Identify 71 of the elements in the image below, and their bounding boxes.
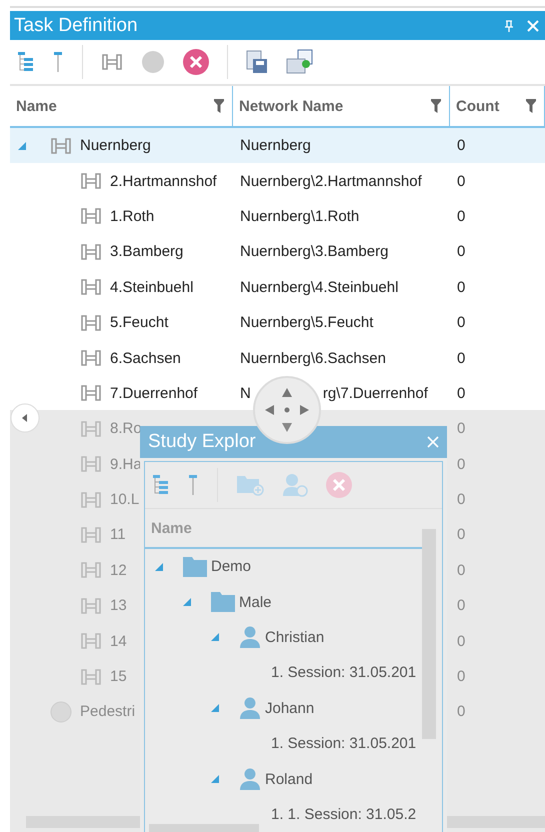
network-cell: Nuernberg\1.Roth	[240, 208, 360, 225]
name-cell: Nuernberg	[80, 137, 151, 154]
count-cell: 0	[457, 243, 466, 260]
column-header[interactable]: Network Name	[233, 86, 450, 126]
count-cell: 0	[457, 703, 466, 720]
name-cell: 12	[110, 562, 127, 579]
panel-title: Task Definition	[14, 14, 139, 36]
count-cell: 0	[457, 526, 466, 544]
name-cell: 15	[110, 668, 127, 686]
name-cell: 6.Sachsen	[110, 350, 181, 367]
name-cell: Pedestri	[80, 703, 136, 720]
network-cell: Nuernberg\4.Steinbuehl	[240, 278, 398, 296]
name-cell: 11	[110, 526, 126, 544]
name-cell: 14	[110, 632, 127, 650]
tree-row[interactable]: Demo	[145, 549, 422, 584]
tree-row[interactable]: 1.Roth Nuernberg\1.Roth 0	[10, 198, 545, 234]
count-cell: 0	[457, 278, 466, 296]
name-cell: 3.Bamberg	[110, 243, 184, 260]
tree-row[interactable]: 7.Duerrenhof N rg\7.Duerrenhof 0	[10, 376, 545, 412]
window-title: Study Explor	[148, 431, 257, 453]
tree-row[interactable]: Roland	[145, 761, 422, 797]
tree-row[interactable]: 1. Session: 31.05.201	[145, 655, 422, 691]
count-cell: 0	[457, 350, 466, 367]
tree-row[interactable]: 3.Bamberg Nuernberg\3.Bamberg 0	[10, 234, 545, 270]
count-cell: 0	[457, 632, 466, 650]
name-cell: 7.Duerrenhof	[110, 384, 198, 402]
tree-item-label: Roland	[265, 770, 313, 788]
name-cell: 13	[110, 597, 127, 614]
count-cell: 0	[457, 491, 466, 508]
name-cell: 1.Roth	[110, 208, 154, 225]
network-cell: Nuernberg	[240, 137, 311, 154]
count-cell: 0	[457, 668, 466, 686]
count-cell: 0	[457, 456, 466, 473]
count-cell: 0	[457, 172, 466, 190]
column-header[interactable]: Name	[10, 86, 233, 126]
tree-item-label: Male	[239, 594, 272, 611]
network-cell: rg\7.Duerrenhof	[322, 384, 428, 402]
column-header[interactable]: Count	[450, 86, 545, 126]
count-cell: 0	[457, 562, 466, 579]
tree-row[interactable]: 4.Steinbuehl Nuernberg\4.Steinbuehl 0	[10, 270, 545, 305]
tree-item-label: Christian	[265, 628, 324, 646]
name-cell: 9.Ha	[110, 456, 142, 473]
tree-item-label: 1. Session: 31.05.201	[271, 735, 416, 752]
tree-row[interactable]: 1. Session: 31.05.201	[145, 726, 422, 762]
tree-row[interactable]: 6.Sachsen Nuernberg\6.Sachsen 0	[10, 340, 545, 376]
tree-item-label: Demo	[211, 558, 252, 576]
count-cell: 0	[457, 137, 466, 154]
tree-row[interactable]: 5.Feucht Nuernberg\5.Feucht 0	[10, 304, 545, 340]
count-cell: 0	[457, 208, 466, 225]
name-cell: 5.Feucht	[110, 314, 168, 332]
tree-row[interactable]: Nuernberg Nuernberg 0	[10, 128, 545, 164]
tree-item-label: 1. Session: 31.05.201	[271, 664, 416, 682]
name-cell: 10.L	[110, 491, 140, 508]
network-cell: Nuernberg\5.Feucht	[240, 314, 374, 332]
name-cell: 2.Hartmannshof	[110, 172, 217, 190]
tree-row[interactable]: 2.Hartmannshof Nuernberg\2.Hartmannshof 0	[10, 163, 545, 199]
tree-row[interactable]: Christian	[145, 620, 422, 656]
count-cell: 0	[457, 314, 466, 332]
tree-row[interactable]: Male	[145, 584, 422, 620]
tree-row[interactable]: 1. 1. Session: 31.05.2	[145, 796, 422, 824]
network-cell: Nuernberg\6.Sachsen	[240, 350, 386, 367]
count-cell: 0	[457, 597, 466, 614]
network-cell: Nuernberg\2.Hartmannshof	[240, 172, 422, 190]
name-cell: 4.Steinbuehl	[110, 278, 194, 296]
count-cell: 0	[457, 384, 466, 402]
tree-item-label: 1. 1. Session: 31.05.2	[271, 806, 416, 823]
network-cell: N	[240, 384, 251, 402]
count-cell: 0	[457, 420, 466, 438]
tree-row[interactable]: Johann	[145, 690, 422, 726]
tree-item-label: Johann	[265, 700, 314, 717]
network-cell: Nuernberg\3.Bamberg	[240, 243, 388, 260]
